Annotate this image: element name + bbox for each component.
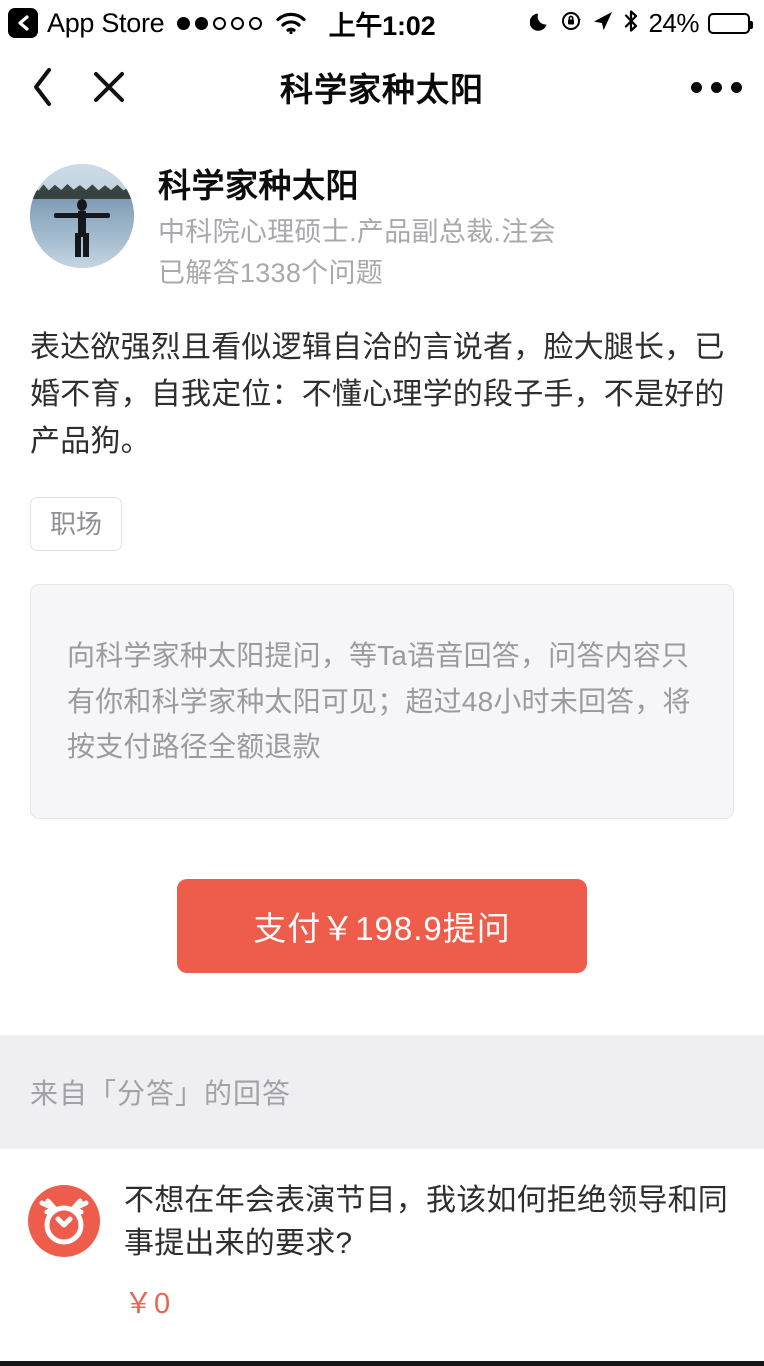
answers-section-header: 来自「分答」的回答 [0,1034,764,1149]
section-spacer [0,972,764,1035]
close-icon[interactable] [86,62,132,112]
signal-dot [177,16,191,30]
back-chevron-icon[interactable] [8,8,38,38]
answer-price-label: ￥0 [124,1287,172,1320]
profile-bio: 表达欲强烈且看似逻辑自洽的言说者，脸大腿长，已婚不育，自我定位：不懂心理学的段子… [30,331,725,458]
profile-info: 科学家种太阳 中科院心理硕士.产品副总裁.注会 已解答1338个问题 [158,164,556,291]
more-dot [731,81,742,93]
moon-icon [530,10,552,37]
avatar-figure-leg-right [83,233,89,258]
status-bar-right: 24% [530,7,753,39]
ask-question-hint: 向科学家种太阳提问，等Ta语音回答，问答内容只有你和科学家种太阳可见；超过48小… [67,640,691,763]
signal-dot [231,16,245,30]
profile-answer-count: 已解答1338个问题 [158,258,384,289]
signal-dot [249,16,263,30]
fenda-logo-icon [28,1184,100,1257]
signal-dot [213,16,227,30]
profile-subtitle: 中科院心理硕士.产品副总裁.注会 [158,216,556,247]
tag-row: 职场 [0,465,764,552]
signal-dot [195,16,209,30]
pay-button-container: 支付￥198.9提问 [0,819,764,973]
answer-question-text: 不想在年会表演节目，我该如何拒绝领导和同事提出来的要求? [124,1183,728,1261]
bluetooth-icon [623,9,639,38]
status-bar: App Store 上午1:02 24% [0,0,764,46]
avatar-figure [54,199,110,258]
battery-percent-label: 24% [648,7,699,38]
wifi-icon [276,12,306,35]
list-item[interactable]: 不想在年会表演节目，我该如何拒绝领导和同事提出来的要求? ￥0 [0,1149,764,1322]
signal-strength-dots [177,16,263,30]
more-dot [691,81,702,93]
avatar-figure-leg-left [75,233,81,258]
location-arrow-icon [592,10,614,37]
tag-chip-career[interactable]: 职场 [30,497,123,552]
list-item-body: 不想在年会表演节目，我该如何拒绝领导和同事提出来的要求? ￥0 [124,1179,736,1322]
profile-header: 科学家种太阳 中科院心理硕士.产品副总裁.注会 已解答1338个问题 [0,128,764,291]
profile-name: 科学家种太阳 [158,167,359,204]
answers-list: 不想在年会表演节目，我该如何拒绝领导和同事提出来的要求? ￥0 [0,1148,764,1322]
rotation-lock-icon [561,10,583,37]
avatar-figure-head [77,199,87,212]
navigation-bar: 科学家种太阳 [0,46,764,128]
more-dot [711,81,722,93]
app-screen: App Store 上午1:02 24% 科学家种太阳 科学家种太阳 中科院心理… [0,0,764,1366]
more-horizontal-icon[interactable] [691,62,742,112]
ask-question-input[interactable]: 向科学家种太阳提问，等Ta语音回答，问答内容只有你和科学家种太阳可见；超过48小… [30,584,734,819]
avatar[interactable] [30,164,134,268]
battery-icon [708,12,753,34]
pay-and-ask-button[interactable]: 支付￥198.9提问 [177,878,587,973]
chevron-left-icon[interactable] [22,62,64,112]
status-bar-left: App Store [8,8,306,38]
status-back-app-label[interactable]: App Store [47,9,165,37]
